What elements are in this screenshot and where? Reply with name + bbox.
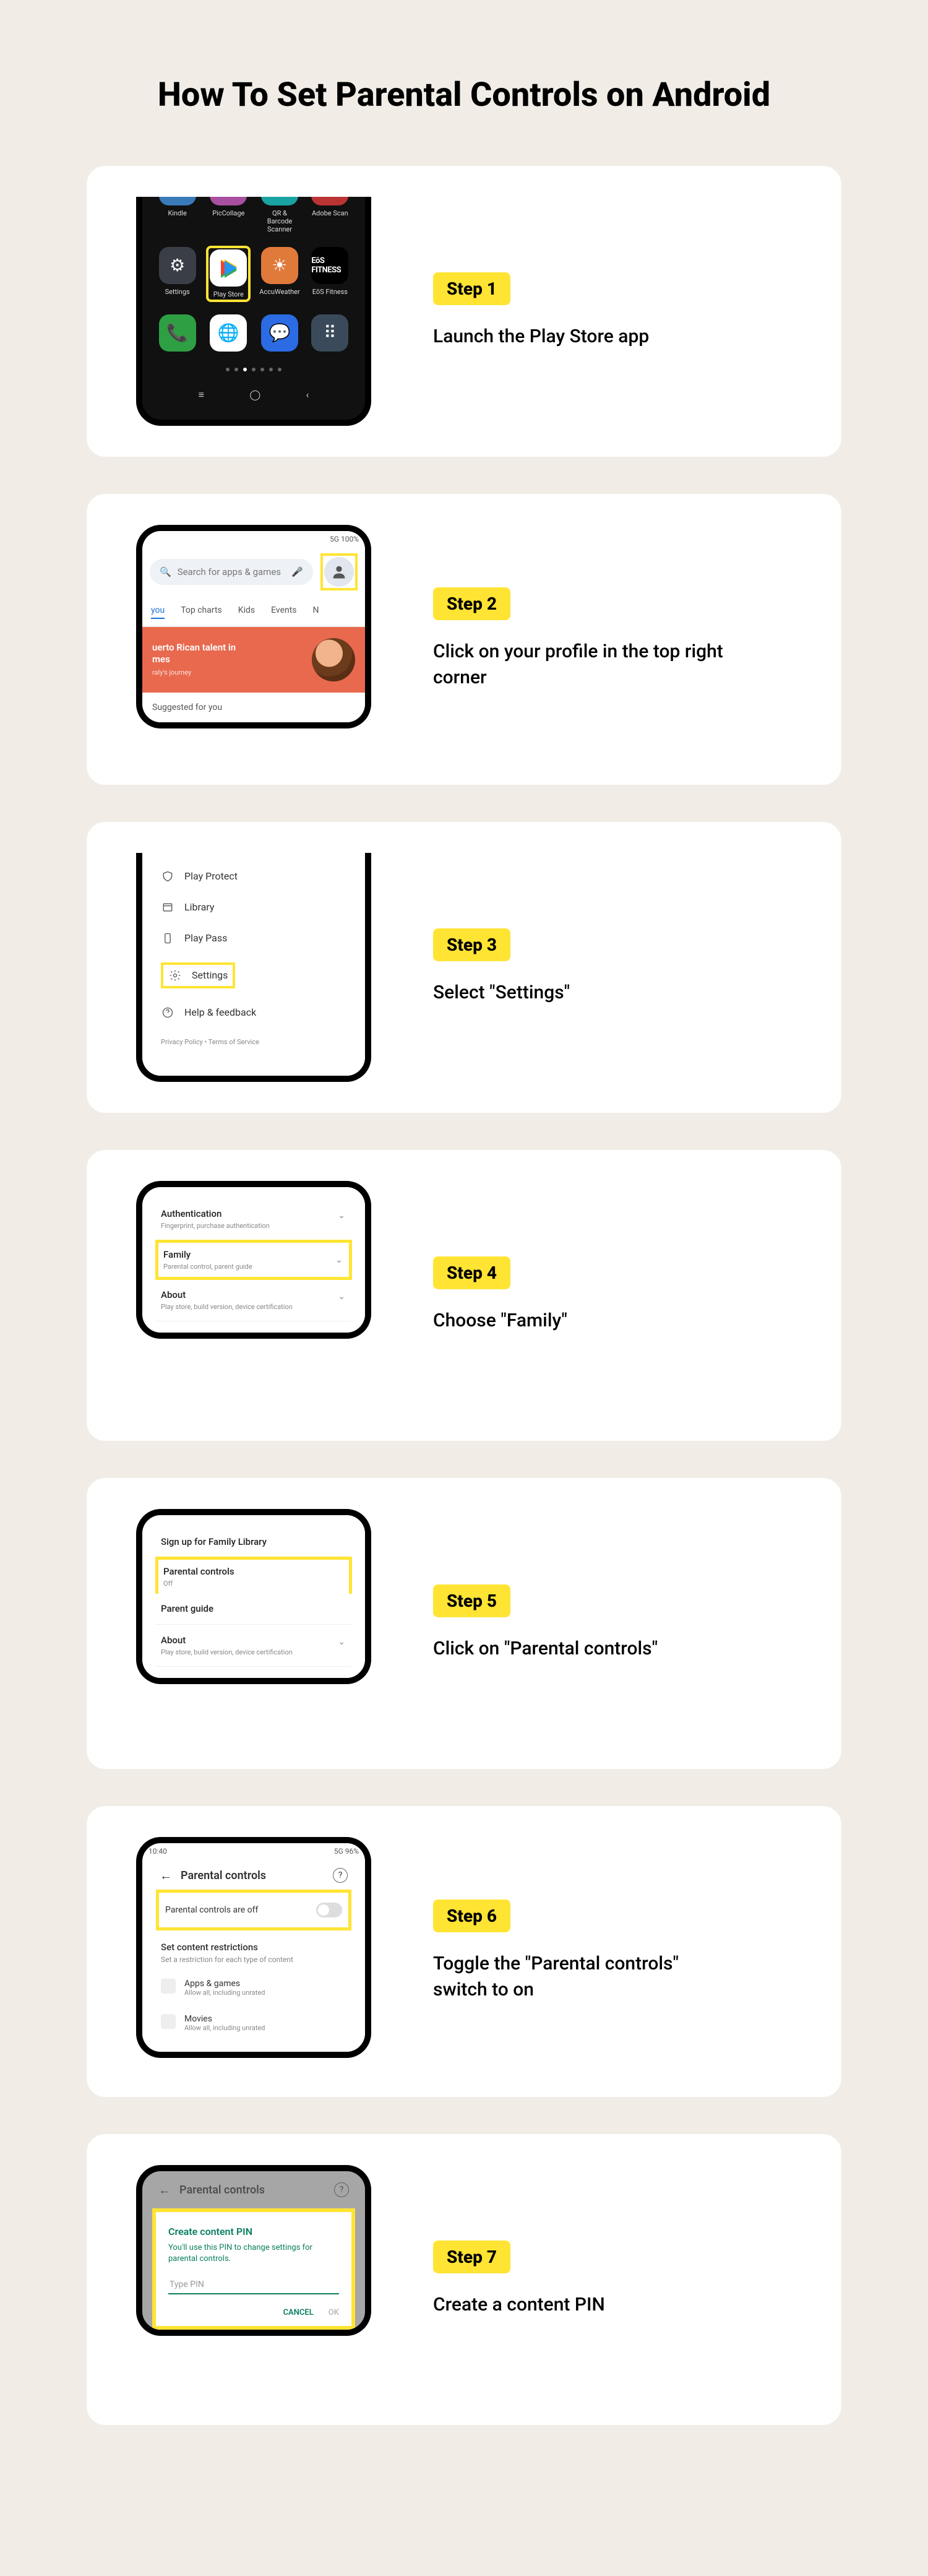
app-piccollage: ✿PicCollage [207, 197, 249, 233]
play-tabs: you Top charts Kids Events N [142, 598, 365, 627]
step-badge-4: Step 4 [433, 1256, 510, 1289]
app-eosfitness: EōS FITNESSEōS Fitness [310, 247, 350, 301]
step-badge-2: Step 2 [433, 587, 510, 620]
phone-mock-2: 5G 100% 🔍Search for apps & games🎤 you To… [124, 525, 384, 754]
section-title: Set content restrictions [156, 1930, 351, 1955]
step-badge-7: Step 7 [433, 2241, 510, 2273]
phone-mock-6: 10:40 5G 96% ← Parental controls ? Parent… [124, 1837, 384, 2066]
footer-links: Privacy Policy • Terms of Service [156, 1028, 351, 1065]
menu-help: Help & feedback [156, 997, 351, 1028]
status-right: 5G 100% [330, 535, 359, 543]
step-text-5: Click on "Parental controls" [433, 1636, 658, 1662]
menu-playprotect: Play Protect [156, 861, 351, 892]
menu-settings-highlighted: Settings [156, 954, 351, 997]
step-text-2: Click on your profile in the top right c… [433, 639, 730, 691]
status-right: 5G 96% [334, 1847, 359, 1856]
account-menu: Payments & subscriptions Play Protect Li… [156, 853, 351, 1028]
settings-family-highlighted: Family Parental control, parent guide ⌄ [155, 1240, 352, 1280]
menu-payments: Payments & subscriptions [156, 853, 351, 861]
section-subtitle: Set a restriction for each type of conte… [156, 1955, 351, 1970]
app-chrome: 🌐 [207, 314, 249, 355]
cancel-button: CANCEL [283, 2308, 314, 2317]
step-card-5: Sign up for Family Library Parental cont… [87, 1478, 841, 1769]
step-badge-3: Step 3 [433, 928, 510, 961]
suggested-heading: Suggested for you [142, 693, 365, 722]
step-card-1: 📖Kindle ✿PicCollage ▦QR & Barcode Scanne… [87, 166, 841, 457]
phone-mock-5: Sign up for Family Library Parental cont… [124, 1509, 384, 1738]
mic-icon: 🎤 [291, 566, 303, 577]
settings-parentalcontrols-highlighted: Parental controls Off [155, 1557, 352, 1594]
app-drawer: ⠿ [310, 314, 350, 355]
pc-header: ← Parental controls ? [156, 1863, 351, 1890]
ok-button: OK [329, 2308, 339, 2317]
app-kindle: 📖Kindle [157, 197, 197, 233]
step-badge-5: Step 5 [433, 1584, 510, 1617]
phone-mock-1: 📖Kindle ✿PicCollage ▦QR & Barcode Scanne… [124, 197, 384, 426]
step-card-3: Payments & subscriptions Play Protect Li… [87, 822, 841, 1113]
search-input: 🔍Search for apps & games🎤 [150, 559, 313, 585]
app-qrscanner: ▦QR & Barcode Scanner [259, 197, 299, 233]
settings-about: About Play store, build version, device … [156, 1279, 351, 1321]
status-time: 10:40 [148, 1847, 167, 1856]
settings-parentguide: Parent guide [156, 1593, 351, 1625]
step-badge-6: Step 6 [433, 1900, 510, 1932]
step-text-1: Launch the Play Store app [433, 324, 649, 350]
settings-authentication: Authentication Fingerprint, purchase aut… [156, 1198, 351, 1240]
chevron-down-icon: ⌄ [338, 1211, 345, 1221]
app-settings: ⚙Settings [157, 247, 197, 301]
app-phone: 📞 [157, 314, 197, 355]
toggle-switch [316, 1903, 342, 1917]
phone-mock-7: ← Parental controls ? Parental controls … [124, 2165, 384, 2394]
android-navbar: ≡◯‹ [151, 380, 356, 411]
content-movies: MoviesAllow all, including unrated [156, 2005, 351, 2041]
profile-highlight [320, 553, 358, 590]
page-title: How To Set Parental Controls on Android [87, 74, 841, 116]
step-text-7: Create a content PIN [433, 2292, 605, 2318]
banner-portrait [312, 638, 355, 681]
chevron-down-icon: ⌄ [338, 1637, 345, 1647]
step-card-7: ← Parental controls ? Parental controls … [87, 2134, 841, 2425]
chevron-down-icon: ⌄ [338, 1292, 345, 1302]
pc-toggle-highlighted: Parental controls are off [156, 1890, 351, 1930]
app-messages: 💬 [259, 314, 299, 355]
app-adobescan: 🅰Adobe Scan [310, 197, 350, 233]
step-badge-1: Step 1 [433, 272, 510, 305]
pin-input: Type PIN [168, 2276, 339, 2294]
phone-mock-4: Authentication Fingerprint, purchase aut… [124, 1181, 384, 1410]
step-card-6: 10:40 5G 96% ← Parental controls ? Parent… [87, 1806, 841, 2097]
profile-avatar [324, 557, 354, 587]
settings-about: About Play store, build version, device … [156, 1625, 351, 1667]
dialog-body: You'll use this PIN to change settings f… [168, 2242, 339, 2265]
search-icon: 🔍 [160, 566, 171, 577]
feature-banner: uerto Rican talent in mes raly's journey [142, 627, 365, 693]
phone-mock-3: Payments & subscriptions Play Protect Li… [124, 853, 384, 1082]
step-card-2: 5G 100% 🔍Search for apps & games🎤 you To… [87, 494, 841, 785]
step-card-4: Authentication Fingerprint, purchase aut… [87, 1150, 841, 1441]
settings-familylibrary: Sign up for Family Library [156, 1526, 351, 1557]
app-accuweather: ☀AccuWeather [259, 247, 299, 301]
help-icon: ? [333, 1868, 348, 1883]
content-apps: Apps & gamesAllow all, including unrated [156, 1970, 351, 2005]
page-indicator [151, 363, 356, 380]
gear-icon [168, 969, 182, 982]
dialog-title: Create content PIN [168, 2226, 339, 2237]
chevron-down-icon: ⌄ [335, 1255, 343, 1265]
app-playstore-highlighted: Play Store [207, 247, 249, 301]
step-text-4: Choose "Family" [433, 1308, 567, 1334]
menu-library: Library [156, 892, 351, 923]
step-text-3: Select "Settings" [433, 980, 570, 1006]
create-pin-dialog: Create content PIN You'll use this PIN t… [152, 2208, 355, 2330]
step-text-6: Toggle the "Parental controls" switch to… [433, 1951, 730, 2003]
back-icon: ← [160, 1868, 172, 1883]
menu-playpass: Play Pass [156, 923, 351, 954]
